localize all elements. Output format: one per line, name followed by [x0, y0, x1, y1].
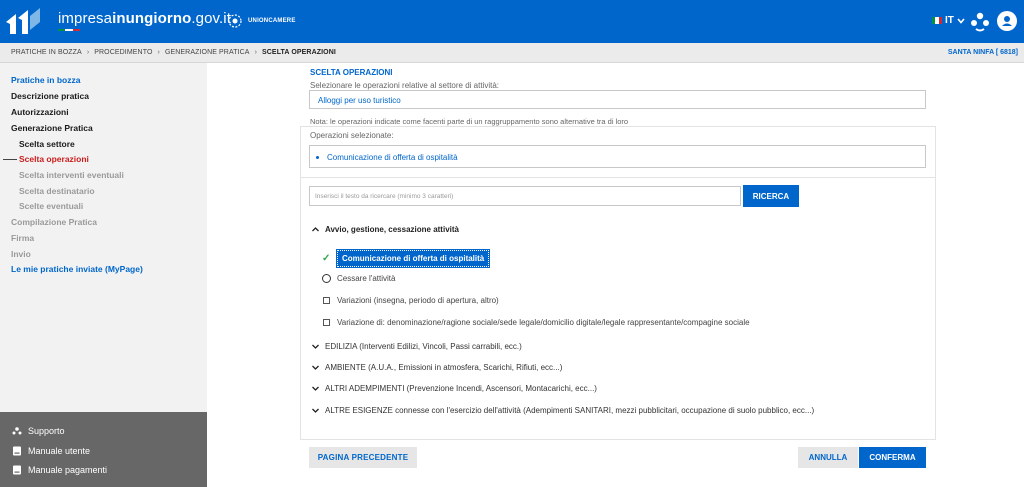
selected-operation-item[interactable]: Comunicazione di offerta di ospitalità — [327, 153, 458, 162]
operation-variazione-denominazione[interactable]: Variazione di: denominazione/ragione soc… — [322, 318, 750, 327]
language-label: IT — [945, 15, 954, 26]
breadcrumb-current: SCELTA OPERAZIONI — [262, 49, 336, 56]
confirm-button[interactable]: CONFERMA — [859, 447, 926, 468]
sidebar-item-pratiche-bozza[interactable]: Pratiche in bozza — [11, 75, 80, 85]
support-icon — [12, 427, 22, 435]
breadcrumb-separator-icon: › — [254, 49, 257, 56]
chevron-up-icon — [312, 227, 319, 232]
group-label: AMBIENTE (A.U.A., Emissioni in atmosfera… — [325, 363, 563, 372]
group-label: ALTRE ESIGENZE connesse con l'esercizio … — [325, 406, 815, 415]
operations-note: Nota: le operazioni indicate come facent… — [310, 117, 629, 126]
payment-manual-label: Manuale pagamenti — [28, 465, 108, 475]
support-link[interactable]: Supporto — [12, 426, 65, 436]
user-manual-label: Manuale utente — [28, 446, 91, 456]
operation-label: Comunicazione di offerta di ospitalità — [335, 249, 491, 268]
company-label[interactable]: SANTA NINFA [ 6818] — [948, 49, 1018, 56]
partner-label: UNIONCAMERE — [248, 18, 296, 24]
page-subtitle: Selezionare le operazioni relative al se… — [310, 81, 499, 90]
group-label: ALTRI ADEMPIMENTI (Prevenzione Incendi, … — [325, 384, 597, 393]
language-selector[interactable]: IT — [932, 15, 965, 26]
sidebar-footer: Supporto Manuale utente Manuale pagament… — [0, 412, 207, 487]
operation-comunicazione[interactable]: ✓ Comunicazione di offerta di ospitalità — [322, 249, 491, 268]
sidebar-item-autorizzazioni[interactable]: Autorizzazioni — [11, 107, 69, 117]
checkbox[interactable] — [323, 297, 330, 304]
sidebar: Pratiche in bozza Descrizione pratica Au… — [0, 63, 207, 412]
italy-flag-icon — [932, 17, 942, 24]
check-icon: ✓ — [322, 253, 331, 264]
tricolor-underline — [58, 29, 80, 31]
operation-label: Variazioni (insegna, periodo di apertura… — [337, 296, 499, 305]
sector-value: Alloggi per uso turistico — [318, 96, 401, 105]
support-label: Supporto — [28, 426, 65, 436]
selected-operations-list: Comunicazione di offerta di ospitalità — [309, 145, 926, 168]
radio-button[interactable] — [322, 274, 331, 283]
sidebar-item-destinatario: Scelta destinatario — [19, 186, 95, 196]
unioncamere-logo-icon — [228, 14, 242, 28]
group-label: EDILIZIA (Interventi Edilizi, Vincoli, P… — [325, 342, 522, 351]
sidebar-item-scelta-settore[interactable]: Scelta settore — [19, 139, 75, 149]
sidebar-item-firma: Firma — [11, 233, 35, 243]
sidebar-item-scelte-eventuali: Scelte eventuali — [19, 201, 84, 211]
cancel-button[interactable]: ANNULLA — [798, 447, 858, 468]
user-avatar-button[interactable] — [997, 11, 1017, 31]
group-avvio-gestione[interactable]: Avvio, gestione, cessazione attività — [312, 225, 459, 234]
site-title[interactable]: impresainungiorno.gov.it — [58, 10, 231, 27]
chevron-down-icon — [312, 408, 319, 413]
book-icon — [13, 446, 21, 456]
group-altre-esigenze[interactable]: ALTRE ESIGENZE connesse con l'esercizio … — [312, 406, 814, 415]
selected-operations-label: Operazioni selezionate: — [310, 131, 394, 140]
page-title: SCELTA OPERAZIONI — [310, 68, 393, 77]
chevron-down-icon — [312, 365, 319, 370]
sidebar-item-compilazione: Compilazione Pratica — [11, 217, 97, 227]
search-button[interactable]: RICERCA — [743, 185, 799, 207]
sector-field[interactable]: Alloggi per uso turistico — [309, 90, 926, 109]
top-header: impresainungiorno.gov.it UNIONCAMERE IT — [0, 0, 1024, 43]
site-logo-icon[interactable] — [6, 8, 40, 36]
operation-variazioni[interactable]: Variazioni (insegna, periodo di apertura… — [322, 296, 499, 305]
breadcrumb: PRATICHE IN BOZZA › PROCEDIMENTO › GENERAZ… — [11, 49, 336, 56]
previous-page-button[interactable]: PAGINA PRECEDENTE — [309, 447, 417, 468]
user-icon — [1002, 16, 1012, 26]
operation-label: Variazione di: denominazione/ragione soc… — [337, 318, 750, 327]
chevron-down-icon — [957, 17, 965, 24]
chevron-down-icon — [312, 386, 319, 391]
operations-panel — [300, 178, 936, 440]
active-indicator — [3, 159, 17, 160]
help-people-icon[interactable] — [970, 10, 990, 32]
group-label: Avvio, gestione, cessazione attività — [325, 225, 459, 234]
breadcrumb-item[interactable]: PRATICHE IN BOZZA — [11, 49, 82, 56]
breadcrumb-item[interactable]: GENERAZIONE PRATICA — [165, 49, 250, 56]
search-input[interactable] — [309, 186, 741, 206]
payment-manual-link[interactable]: Manuale pagamenti — [12, 465, 107, 475]
sidebar-item-invio: Invio — [11, 249, 31, 259]
operation-cessare[interactable]: Cessare l'attività — [322, 274, 395, 283]
sidebar-item-mypage[interactable]: Le mie pratiche inviate (MyPage) — [11, 264, 143, 274]
user-manual-link[interactable]: Manuale utente — [12, 446, 90, 456]
group-altri-adempimenti[interactable]: ALTRI ADEMPIMENTI (Prevenzione Incendi, … — [312, 384, 597, 393]
bullet-icon — [316, 156, 319, 159]
breadcrumb-bar: PRATICHE IN BOZZA › PROCEDIMENTO › GENERAZ… — [0, 43, 1024, 63]
sidebar-item-interventi: Scelta interventi eventuali — [19, 170, 124, 180]
chevron-down-icon — [312, 344, 319, 349]
group-edilizia[interactable]: EDILIZIA (Interventi Edilizi, Vincoli, P… — [312, 342, 522, 351]
breadcrumb-separator-icon: › — [157, 49, 160, 56]
checkbox[interactable] — [323, 319, 330, 326]
sidebar-item-descrizione[interactable]: Descrizione pratica — [11, 91, 89, 101]
breadcrumb-separator-icon: › — [86, 49, 90, 56]
book-icon — [13, 465, 21, 475]
group-ambiente[interactable]: AMBIENTE (A.U.A., Emissioni in atmosfera… — [312, 363, 562, 372]
operation-label: Cessare l'attività — [337, 274, 396, 283]
sidebar-item-generazione[interactable]: Generazione Pratica — [11, 123, 93, 133]
sidebar-item-scelta-operazioni[interactable]: Scelta operazioni — [19, 154, 89, 164]
breadcrumb-item[interactable]: PROCEDIMENTO — [94, 49, 152, 56]
